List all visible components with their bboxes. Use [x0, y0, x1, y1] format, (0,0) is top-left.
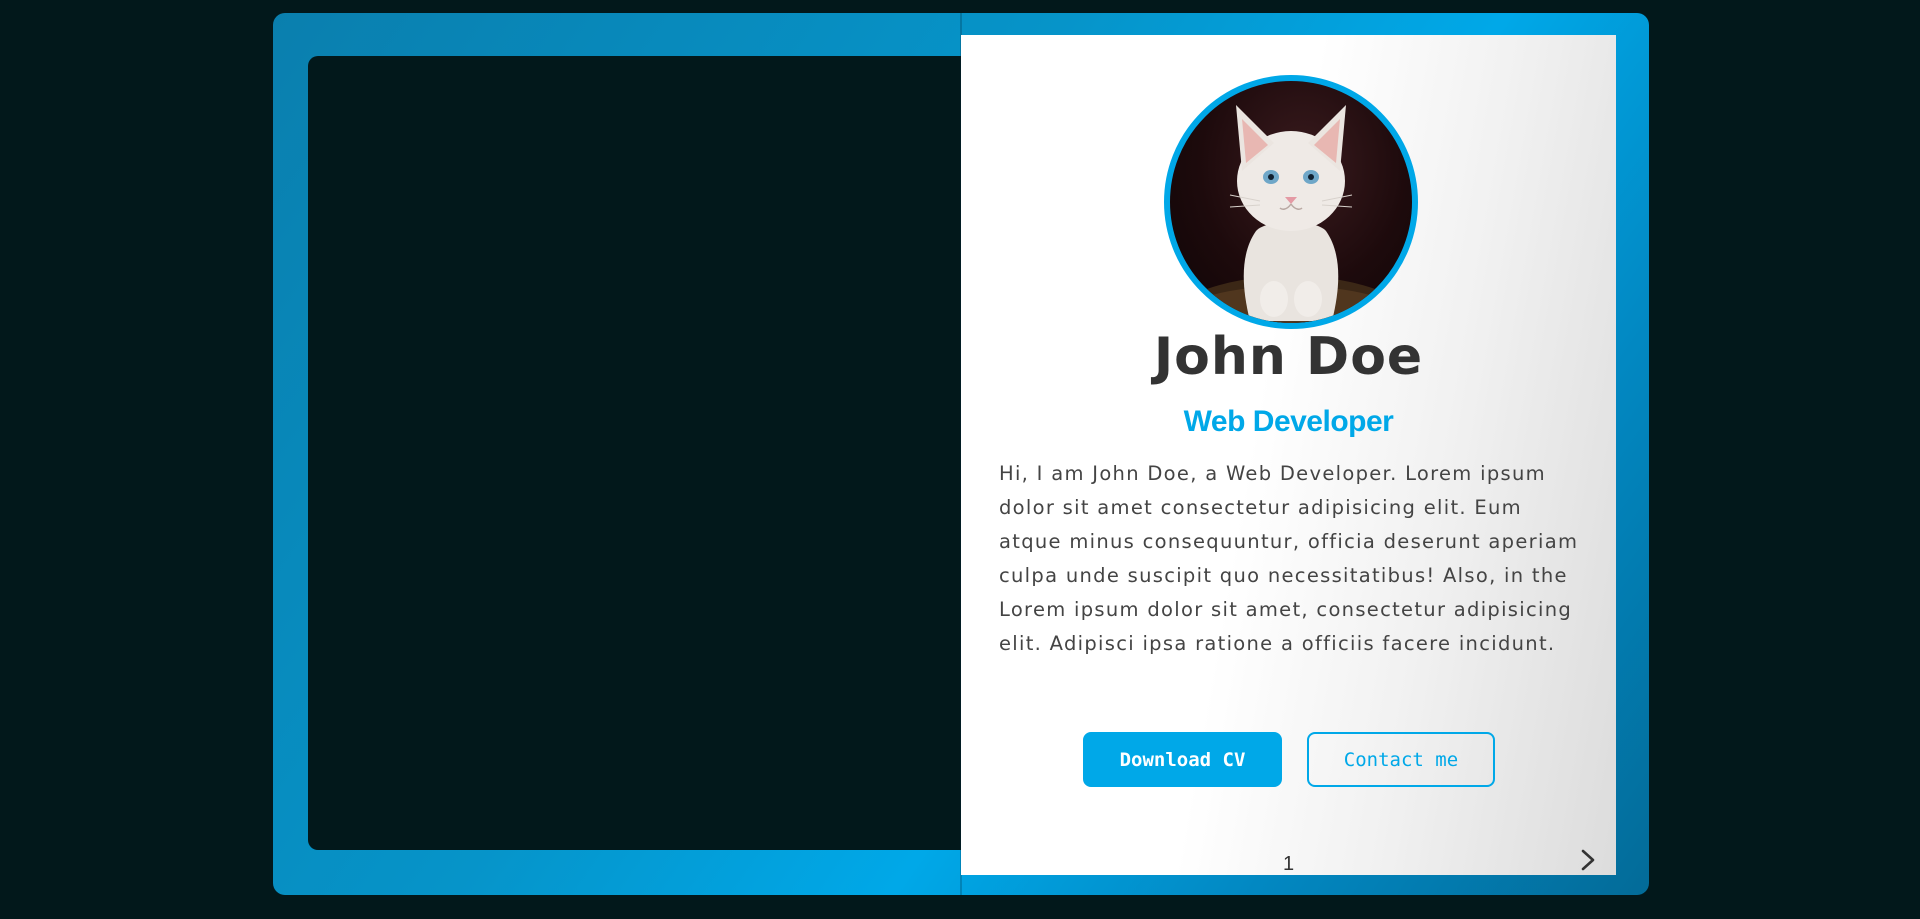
book: John Doe Web Developer Hi, I am John Doe… [273, 13, 1649, 895]
left-page [308, 56, 968, 850]
profile-bio: Hi, I am John Doe, a Web Developer. Lore… [999, 462, 1579, 655]
right-page: John Doe Web Developer Hi, I am John Doe… [961, 35, 1616, 875]
profile-role: Web Developer [1183, 405, 1394, 438]
chevron-right-icon [1581, 849, 1595, 871]
avatar [1164, 75, 1418, 329]
profile-name: John Doe [1153, 327, 1424, 387]
contact-me-button[interactable]: Contact me [1307, 732, 1495, 787]
page-number: 1 [1282, 853, 1295, 875]
next-page-button[interactable] [1575, 847, 1601, 873]
avatar-kitten-image [1170, 105, 1412, 323]
download-cv-button[interactable]: Download CV [1083, 732, 1282, 787]
